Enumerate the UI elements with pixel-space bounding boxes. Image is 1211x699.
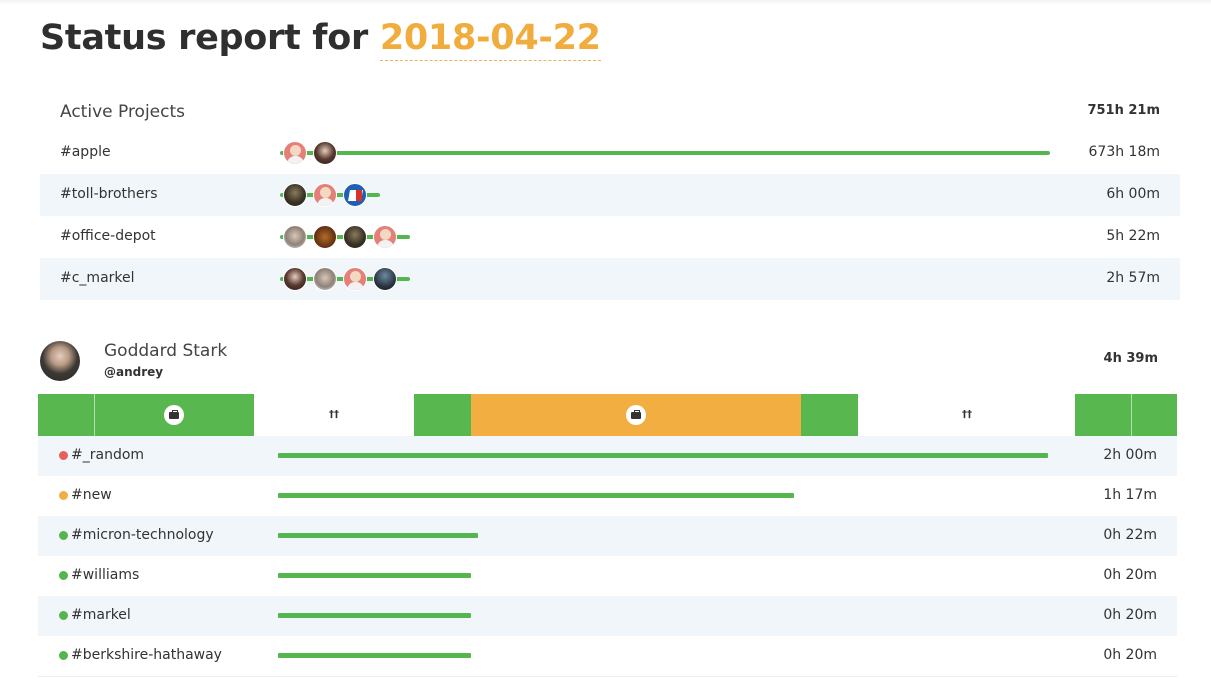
task-time: 0h 22m xyxy=(1103,527,1157,543)
project-name[interactable]: #toll-brothers xyxy=(60,186,158,202)
member-avatar[interactable] xyxy=(283,141,307,165)
active-projects-total: 751h 21m xyxy=(1087,103,1160,118)
user-handle: @andrey xyxy=(104,365,164,379)
task-name[interactable]: #williams xyxy=(71,567,139,583)
task-progress-bar xyxy=(278,493,794,498)
task-name[interactable]: #berkshire-hathaway xyxy=(71,647,222,663)
user-name[interactable]: Goddard Stark xyxy=(104,341,227,361)
page-title: Status report for 2018-04-22 xyxy=(40,18,601,61)
report-date-picker[interactable]: 2018-04-22 xyxy=(379,18,601,61)
member-avatar[interactable] xyxy=(313,183,337,207)
divider xyxy=(38,676,1177,677)
task-time: 0h 20m xyxy=(1103,607,1157,623)
task-row[interactable]: #new 1h 17m xyxy=(38,476,1177,516)
task-name[interactable]: #micron-technology xyxy=(71,527,214,543)
member-avatar[interactable] xyxy=(313,267,337,291)
project-name[interactable]: #c_markel xyxy=(60,270,135,286)
top-shadow xyxy=(0,0,1211,4)
user-header: Goddard Stark @andrey 4h 39m xyxy=(38,338,1178,394)
task-row[interactable]: #_random 2h 00m xyxy=(38,436,1177,476)
timeline-break-segment[interactable]: †† xyxy=(254,394,414,436)
avatar[interactable] xyxy=(40,341,80,381)
timeline-work-segment[interactable] xyxy=(1075,394,1177,436)
status-dot-icon xyxy=(59,491,68,500)
task-progress-bar xyxy=(278,573,471,578)
project-name[interactable]: #office-depot xyxy=(60,228,156,244)
task-time: 1h 17m xyxy=(1103,487,1157,503)
user-total-time: 4h 39m xyxy=(1103,351,1158,366)
member-avatar[interactable] xyxy=(283,183,307,207)
task-time: 0h 20m xyxy=(1103,647,1157,663)
timeline-work-segment[interactable] xyxy=(801,394,858,436)
task-name[interactable]: #new xyxy=(71,487,112,503)
project-row[interactable]: #apple 673h 18m xyxy=(40,132,1180,174)
status-dot-icon xyxy=(59,531,68,540)
member-avatar[interactable] xyxy=(373,267,397,291)
member-avatar[interactable] xyxy=(313,225,337,249)
status-dot-icon xyxy=(59,651,68,660)
member-avatar[interactable] xyxy=(343,225,367,249)
active-projects-panel: Active Projects 751h 21m #apple 673h 18m #… xyxy=(40,90,1180,300)
timeline-meeting-segment[interactable] xyxy=(471,394,801,436)
user-task-list: #_random 2h 00m #new 1h 17m #micron-technolo… xyxy=(38,436,1177,676)
task-row[interactable]: #williams 0h 20m xyxy=(38,556,1177,596)
member-avatar[interactable] xyxy=(343,183,367,207)
title-prefix: Status report for xyxy=(40,18,368,58)
project-row[interactable]: #office-depot 5h 22m xyxy=(40,216,1180,258)
member-avatar[interactable] xyxy=(343,267,367,291)
project-name[interactable]: #apple xyxy=(60,144,111,160)
member-avatar[interactable] xyxy=(283,267,307,291)
task-name[interactable]: #_random xyxy=(71,447,144,463)
project-time: 2h 57m xyxy=(1106,270,1160,286)
task-row[interactable]: #micron-technology 0h 22m xyxy=(38,516,1177,556)
project-row[interactable]: #c_markel 2h 57m xyxy=(40,258,1180,300)
task-progress-bar xyxy=(278,613,471,618)
active-projects-label: Active Projects xyxy=(60,102,186,122)
project-time: 673h 18m xyxy=(1088,144,1161,160)
project-time: 6h 00m xyxy=(1106,186,1160,202)
member-avatar[interactable] xyxy=(283,225,307,249)
project-row[interactable]: #toll-brothers 6h 00m xyxy=(40,174,1180,216)
status-dot-icon xyxy=(59,451,68,460)
segment-divider xyxy=(94,394,95,436)
briefcase-icon xyxy=(626,405,646,425)
segment-divider xyxy=(1131,394,1132,436)
task-time: 0h 20m xyxy=(1103,567,1157,583)
timeline-break-segment[interactable]: †† xyxy=(858,394,1075,436)
task-progress-bar xyxy=(278,533,478,538)
task-progress-bar xyxy=(278,453,1048,458)
project-time: 5h 22m xyxy=(1106,228,1160,244)
briefcase-icon xyxy=(164,405,184,425)
task-row[interactable]: #markel 0h 20m xyxy=(38,596,1177,636)
timeline-work-segment[interactable] xyxy=(38,394,254,436)
status-dot-icon xyxy=(59,571,68,580)
fork-knife-icon: †† xyxy=(324,405,344,425)
task-progress-bar xyxy=(278,653,471,658)
member-avatar[interactable] xyxy=(373,225,397,249)
day-timeline: †† †† xyxy=(38,394,1177,436)
timeline-work-segment[interactable] xyxy=(414,394,471,436)
task-row[interactable]: #berkshire-hathaway 0h 20m xyxy=(38,636,1177,676)
member-avatar[interactable] xyxy=(313,141,337,165)
fork-knife-icon: †† xyxy=(957,405,977,425)
task-time: 2h 00m xyxy=(1103,447,1157,463)
status-dot-icon xyxy=(59,611,68,620)
task-name[interactable]: #markel xyxy=(71,607,131,623)
active-projects-header: Active Projects 751h 21m xyxy=(40,90,1180,132)
project-progress-bar xyxy=(280,151,1050,155)
